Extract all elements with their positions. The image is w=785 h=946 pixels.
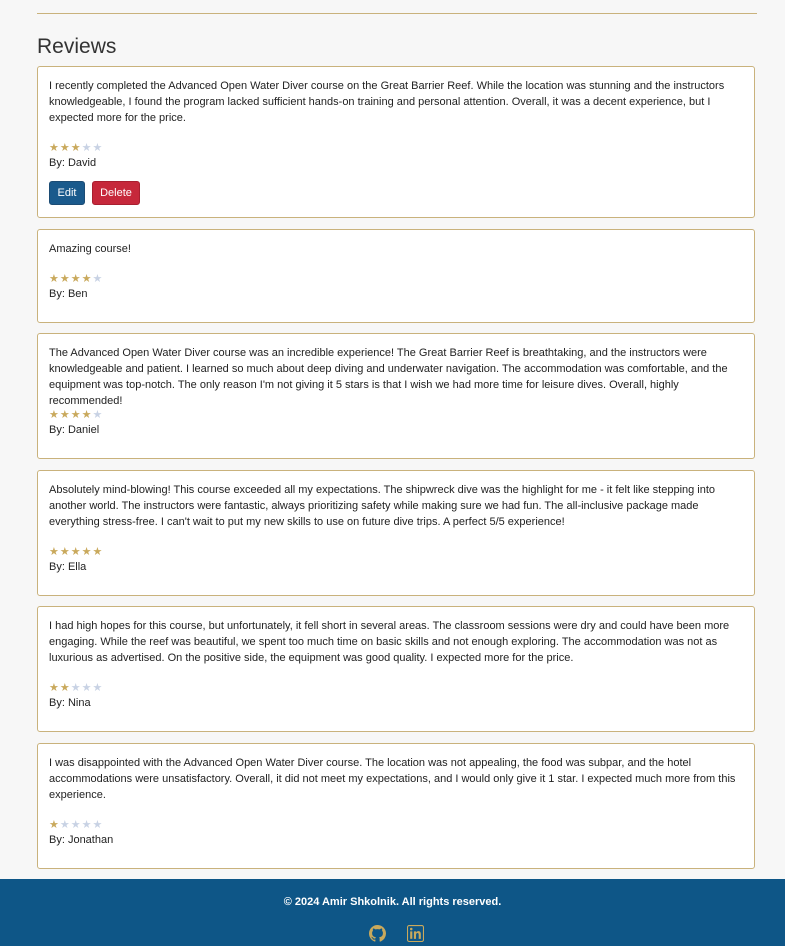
star-filled-icon: ★: [49, 546, 60, 558]
star-filled-icon: ★: [49, 142, 60, 154]
star-empty-icon: ★: [59, 819, 71, 831]
star-empty-icon: ★: [92, 819, 104, 831]
star-rating: ★★★★★: [49, 409, 103, 421]
star-rating: ★★★★★: [49, 273, 103, 285]
review-card: The Advanced Open Water Diver course was…: [37, 333, 755, 459]
star-filled-icon: ★: [92, 546, 104, 558]
star-empty-icon: ★: [92, 409, 104, 421]
github-icon[interactable]: [369, 925, 386, 942]
review-text: The Advanced Open Water Diver course was…: [49, 347, 728, 407]
star-empty-icon: ★: [92, 273, 104, 285]
star-empty-icon: ★: [81, 819, 93, 831]
star-filled-icon: ★: [70, 142, 82, 154]
star-filled-icon: ★: [59, 546, 71, 558]
site-footer: © 2024 Amir Shkolnik. All rights reserve…: [0, 879, 785, 946]
star-filled-icon: ★: [59, 409, 71, 421]
star-filled-icon: ★: [49, 682, 60, 694]
star-empty-icon: ★: [70, 819, 82, 831]
review-author: By: Ella: [49, 561, 87, 573]
star-filled-icon: ★: [59, 682, 71, 694]
star-filled-icon: ★: [70, 409, 82, 421]
star-filled-icon: ★: [59, 273, 71, 285]
star-rating: ★★★★★: [49, 142, 103, 154]
star-rating: ★★★★★: [49, 819, 103, 831]
star-empty-icon: ★: [81, 682, 93, 694]
review-author: By: David: [49, 157, 97, 169]
footer-copyright: © 2024 Amir Shkolnik. All rights reserve…: [283, 896, 502, 908]
review-author: By: Jonathan: [49, 834, 114, 846]
star-filled-icon: ★: [70, 546, 82, 558]
review-text: I had high hopes for this course, but un…: [49, 620, 730, 664]
review-text: Amazing course!: [49, 243, 131, 255]
review-text: Absolutely mind-blowing! This course exc…: [49, 484, 716, 528]
star-filled-icon: ★: [49, 409, 60, 421]
star-empty-icon: ★: [92, 682, 104, 694]
review-text: I recently completed the Advanced Open W…: [49, 80, 725, 124]
star-empty-icon: ★: [92, 142, 104, 154]
star-rating: ★★★★★: [49, 682, 103, 694]
delete-button[interactable]: Delete: [92, 181, 140, 205]
star-filled-icon: ★: [59, 142, 71, 154]
star-filled-icon: ★: [49, 819, 60, 831]
top-divider: [37, 13, 757, 14]
review-card: I recently completed the Advanced Open W…: [37, 66, 755, 218]
reviews-heading: Reviews: [37, 35, 117, 58]
star-filled-icon: ★: [81, 273, 93, 285]
review-card: I was disappointed with the Advanced Ope…: [37, 743, 755, 869]
edit-button[interactable]: Edit: [49, 181, 85, 205]
star-filled-icon: ★: [70, 273, 82, 285]
review-author: By: Daniel: [49, 424, 100, 436]
star-filled-icon: ★: [49, 273, 60, 285]
star-filled-icon: ★: [81, 409, 93, 421]
star-empty-icon: ★: [70, 682, 82, 694]
review-text: I was disappointed with the Advanced Ope…: [49, 757, 736, 801]
review-card: Absolutely mind-blowing! This course exc…: [37, 470, 755, 596]
review-card: Amazing course! ★★★★★ By: Ben: [37, 229, 755, 323]
review-card: I had high hopes for this course, but un…: [37, 606, 755, 732]
star-filled-icon: ★: [81, 546, 93, 558]
linkedin-icon[interactable]: [407, 925, 424, 942]
star-empty-icon: ★: [81, 142, 93, 154]
review-author: By: Nina: [49, 697, 91, 709]
review-author: By: Ben: [49, 288, 88, 300]
star-rating: ★★★★★: [49, 546, 103, 558]
